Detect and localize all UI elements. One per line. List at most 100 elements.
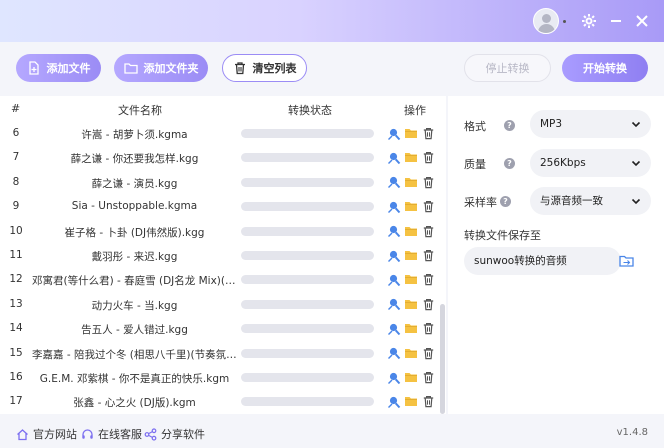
share-icon [144, 427, 157, 441]
quality-value: 256Kbps [540, 157, 586, 169]
open-folder-icon[interactable] [403, 321, 418, 336]
table-row[interactable]: 9 Sia - Unstoppable.kgma [0, 195, 440, 219]
user-avatar[interactable] [533, 8, 559, 34]
settings-gear-icon[interactable] [579, 11, 599, 31]
table-row[interactable]: 15 李嘉嘉 - 陪我过个冬 (相思八千里)(节奏氛围版... [0, 342, 440, 366]
open-folder-icon[interactable] [403, 150, 418, 165]
conversion-progress-bar [241, 177, 374, 187]
delete-trash-icon[interactable] [421, 199, 436, 214]
locate-pin-icon[interactable] [386, 126, 401, 141]
conversion-progress-bar [241, 202, 374, 212]
table-row[interactable]: 10 崔子格 - 卜卦 (DJ伟然版).kgg [0, 220, 440, 244]
locate-pin-icon[interactable] [386, 224, 401, 239]
share-software-link[interactable]: 分享软件 [144, 426, 205, 442]
chevron-down-icon [631, 198, 641, 205]
table-row[interactable]: 12 邓寓君(等什么君) - 春庭雪 (DJ名龙 Mix)(DJ名... [0, 268, 440, 292]
open-folder-icon[interactable] [403, 394, 418, 409]
table-row[interactable]: 17 张鑫 - 心之火 (DJ版).kgm [0, 390, 440, 414]
delete-trash-icon[interactable] [421, 175, 436, 190]
footer: 官方网站 在线客服 分享软件 v1.4.8 [0, 414, 664, 448]
chevron-down-icon [631, 160, 641, 167]
conversion-progress-bar [241, 324, 374, 334]
table-row[interactable]: 11 戴羽彤 - 来迟.kgg [0, 244, 440, 268]
open-folder-icon[interactable] [403, 126, 418, 141]
save-path-field[interactable]: sunwoo转换的音频 [464, 247, 621, 275]
row-index: 16 [9, 371, 23, 383]
samplerate-help-icon[interactable]: ? [500, 196, 511, 207]
add-file-button[interactable]: 添加文件 [16, 54, 101, 82]
row-index: 7 [12, 151, 20, 164]
open-folder-icon[interactable] [403, 272, 418, 287]
delete-trash-icon[interactable] [421, 321, 436, 336]
open-folder-icon[interactable] [403, 297, 418, 312]
online-support-link[interactable]: 在线客服 [81, 426, 142, 442]
file-name: 邓寓君(等什么君) - 春庭雪 (DJ名龙 Mix)(DJ名... [32, 275, 237, 288]
stop-convert-label: 停止转换 [485, 62, 530, 75]
locate-pin-icon[interactable] [386, 370, 401, 385]
quality-help-icon[interactable]: ? [504, 158, 515, 169]
samplerate-select[interactable]: 与源音频一致 [530, 187, 651, 215]
delete-trash-icon[interactable] [421, 272, 436, 287]
share-software-label: 分享软件 [161, 428, 205, 441]
start-convert-button[interactable]: 开始转换 [562, 54, 648, 82]
conversion-progress-bar [241, 397, 374, 407]
delete-trash-icon[interactable] [421, 248, 436, 263]
delete-trash-icon[interactable] [421, 370, 436, 385]
table-row[interactable]: 8 薛之谦 - 演员.kgg [0, 171, 440, 195]
open-folder-icon[interactable] [403, 224, 418, 239]
locate-pin-icon[interactable] [386, 248, 401, 263]
stop-convert-button[interactable]: 停止转换 [464, 54, 551, 82]
open-folder-icon[interactable] [403, 248, 418, 263]
table-row[interactable]: 14 告五人 - 爱人错过.kgg [0, 317, 440, 341]
close-icon[interactable] [632, 11, 652, 31]
locate-pin-icon[interactable] [386, 272, 401, 287]
minimize-icon[interactable] [606, 11, 626, 31]
table-row[interactable]: 7 薛之谦 - 你还要我怎样.kgg [0, 146, 440, 170]
locate-pin-icon[interactable] [386, 346, 401, 361]
delete-trash-icon[interactable] [421, 224, 436, 239]
locate-pin-icon[interactable] [386, 321, 401, 336]
folder-icon [123, 61, 138, 75]
open-folder-icon[interactable] [403, 370, 418, 385]
headset-icon [81, 428, 94, 441]
file-name: 李嘉嘉 - 陪我过个冬 (相思八千里)(节奏氛围版... [32, 348, 237, 361]
format-select[interactable]: MP3 [530, 110, 651, 138]
open-folder-icon[interactable] [403, 175, 418, 190]
clear-list-button[interactable]: 清空列表 [222, 54, 307, 82]
table-row[interactable]: 13 动力火车 - 当.kgg [0, 293, 440, 317]
file-name: G.E.M. 邓紫棋 - 你不是真正的快乐.kgm [39, 373, 230, 385]
conversion-progress-bar [241, 348, 374, 358]
official-website-link[interactable]: 官方网站 [16, 426, 77, 442]
title-bar [0, 0, 664, 42]
delete-trash-icon[interactable] [421, 394, 436, 409]
open-folder-icon[interactable] [403, 346, 418, 361]
open-folder-icon[interactable] [403, 199, 418, 214]
table-row[interactable]: 6 许嵩 - 胡萝卜须.kgma [0, 122, 440, 146]
row-index: 14 [9, 322, 23, 335]
locate-pin-icon[interactable] [386, 199, 401, 214]
format-help-icon[interactable]: ? [504, 120, 515, 131]
locate-pin-icon[interactable] [386, 175, 401, 190]
quality-label: 质量 [464, 158, 486, 171]
locate-pin-icon[interactable] [386, 394, 401, 409]
table-row[interactable]: 16 G.E.M. 邓紫棋 - 你不是真正的快乐.kgm [0, 366, 440, 390]
quality-select[interactable]: 256Kbps [530, 149, 651, 177]
avatar-dropdown-indicator[interactable] [563, 20, 566, 23]
locate-pin-icon[interactable] [386, 150, 401, 165]
online-support-label: 在线客服 [98, 428, 142, 441]
delete-trash-icon[interactable] [421, 126, 436, 141]
delete-trash-icon[interactable] [421, 297, 436, 312]
save-location-label: 转换文件保存至 [464, 229, 541, 242]
browse-folder-icon[interactable] [618, 252, 635, 269]
start-convert-label: 开始转换 [583, 62, 627, 75]
add-folder-button[interactable]: 添加文件夹 [114, 54, 208, 82]
trash-icon [233, 61, 247, 75]
samplerate-label: 采样率 [464, 196, 497, 209]
header-file-name: 文件名称 [118, 104, 162, 117]
locate-pin-icon[interactable] [386, 297, 401, 312]
conversion-progress-bar [241, 153, 374, 163]
delete-trash-icon[interactable] [421, 346, 436, 361]
list-scrollbar[interactable] [440, 304, 445, 414]
delete-trash-icon[interactable] [421, 150, 436, 165]
row-index: 10 [9, 224, 23, 237]
